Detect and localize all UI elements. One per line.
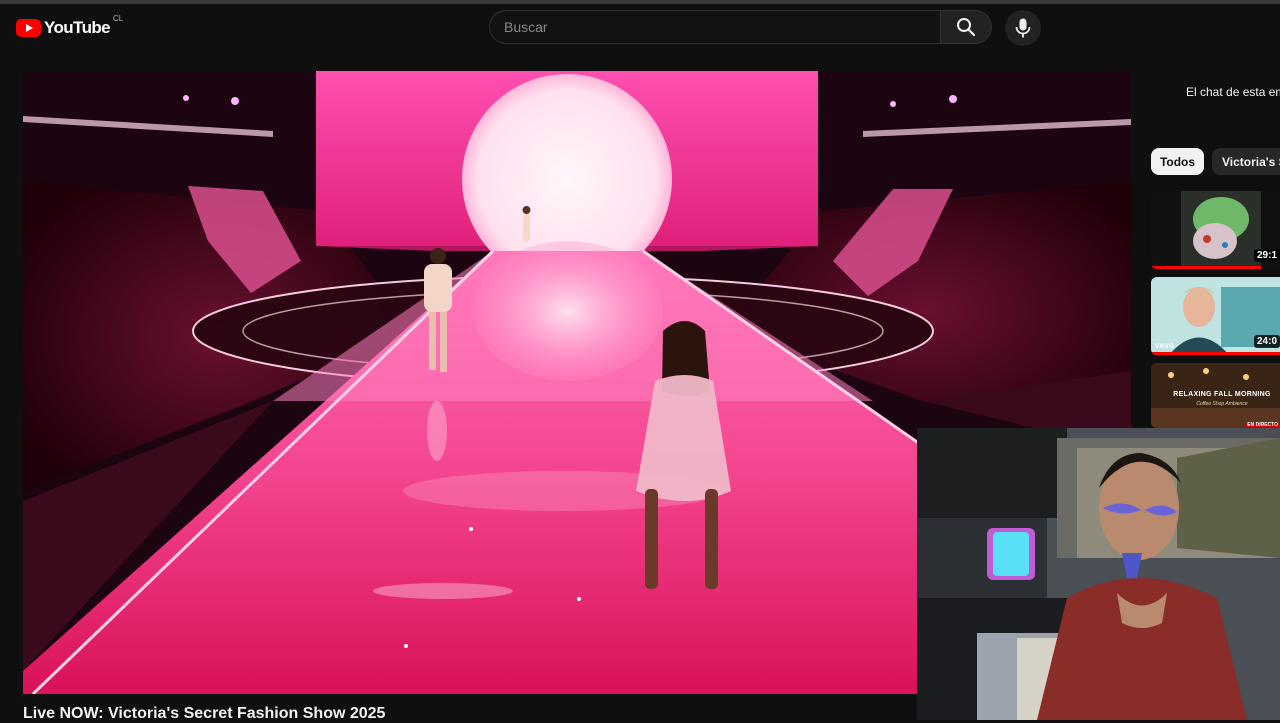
thumbnail-title-text: RELAXING FALL MORNING <box>1173 391 1271 398</box>
duration-badge: 29:1 <box>1253 249 1280 262</box>
youtube-logo-icon <box>16 19 41 37</box>
logo-wordmark: YouTube <box>44 18 111 37</box>
duration-badge: 24:0 <box>1253 335 1280 348</box>
microphone-icon <box>1015 18 1031 38</box>
webcam-frame <box>917 428 1280 720</box>
streamer-webcam-overlay <box>917 428 1280 720</box>
search-icon <box>957 18 976 37</box>
country-code: CL <box>113 14 124 23</box>
search-button[interactable] <box>940 10 992 44</box>
chip-todos[interactable]: Todos <box>1151 148 1204 175</box>
watch-progress-bar <box>1151 266 1261 269</box>
youtube-logo[interactable]: YouTube CL <box>16 14 124 39</box>
chip-victorias-secret[interactable]: Victoria's Se <box>1212 148 1280 175</box>
browser-top-strip <box>0 0 1280 4</box>
recommendation-thumbnail-1[interactable]: 29:1 <box>1151 191 1280 269</box>
thumbnail-subtitle-text: Coffee Shop Ambience <box>1196 401 1248 407</box>
voice-search-button[interactable] <box>1005 10 1041 46</box>
recommendation-thumbnail-3[interactable]: RELAXING FALL MORNING Coffee Shop Ambien… <box>1151 363 1280 428</box>
live-badge: EN DIRECTO <box>1247 422 1278 428</box>
live-chat-notice: El chat de esta em <box>1186 85 1280 99</box>
video-title: Live NOW: Victoria's Secret Fashion Show… <box>23 705 386 722</box>
search-input[interactable] <box>490 11 940 43</box>
search-box <box>489 10 940 44</box>
recommendation-thumbnail-2[interactable]: vevo 24:0 <box>1151 277 1280 355</box>
vevo-tag: vevo <box>1155 341 1175 350</box>
watch-progress-bar <box>1151 352 1280 355</box>
